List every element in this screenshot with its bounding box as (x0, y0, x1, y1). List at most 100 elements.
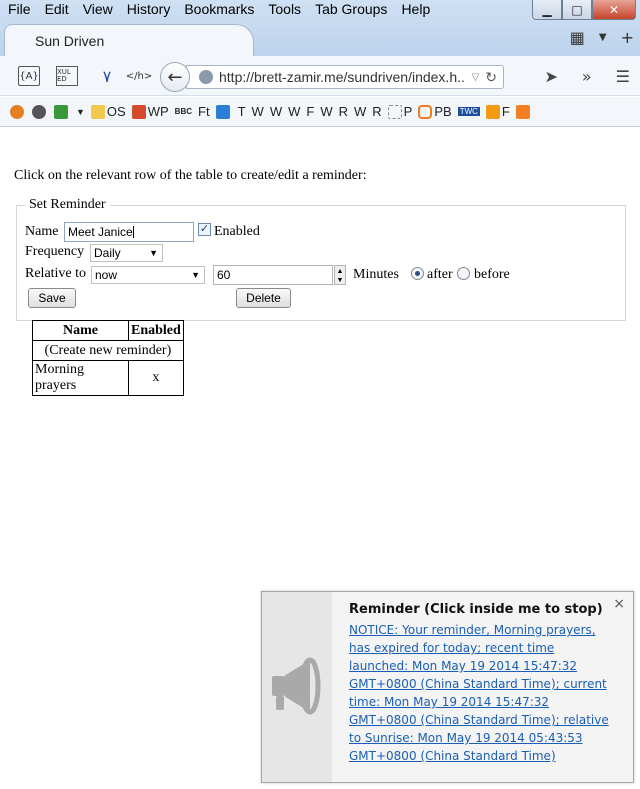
save-button[interactable]: Save (28, 288, 76, 308)
minutes-input[interactable]: 60 (213, 265, 333, 285)
window-controls: ▁ □ ✕ (532, 0, 636, 20)
addon-a-icon[interactable]: {A} (18, 66, 40, 86)
html-tag-icon[interactable]: </h> (126, 66, 152, 86)
bookmark-stack-icon[interactable] (515, 104, 532, 119)
before-radio[interactable] (457, 267, 470, 280)
speech-bubble-icon (418, 104, 433, 119)
bookmark-t[interactable]: T (238, 104, 246, 119)
bookmark-sync-icon[interactable] (10, 104, 26, 119)
frequency-select[interactable]: Daily ▼ (90, 244, 163, 262)
bookmark-label: PB (434, 104, 452, 119)
table-row[interactable]: Morning prayers x (32, 360, 184, 396)
chevron-down-icon[interactable]: ▼ (599, 32, 607, 43)
overflow-chevron-icon[interactable]: » (582, 67, 592, 86)
new-tab-icon[interactable]: + (621, 28, 634, 47)
close-window-button[interactable]: ✕ (592, 0, 636, 20)
send-icon[interactable]: ➤ (544, 67, 557, 86)
name-input[interactable]: Meet Janice (64, 222, 194, 242)
minimize-button[interactable]: ▁ (532, 0, 562, 20)
xul-editor-icon[interactable]: XUL ED (56, 66, 78, 86)
menu-bar: File Edit View History Bookmarks Tools T… (0, 0, 444, 18)
bookmark-ft[interactable]: Ft (198, 104, 210, 119)
close-icon: ✕ (608, 2, 620, 17)
instruction-text: Click on the relevant row of the table t… (14, 168, 367, 183)
menu-history[interactable]: History (127, 1, 171, 17)
bookmark-w1[interactable]: W (252, 104, 264, 119)
bookmark-label: R (372, 104, 382, 119)
tab-sun-driven[interactable]: Sun Driven (4, 24, 254, 56)
reminder-notification[interactable]: Reminder (Click inside me to stop) NOTIC… (261, 591, 634, 783)
hamburger-menu-icon[interactable]: ☰ (616, 67, 630, 86)
bookmark-label: Ft (198, 104, 210, 119)
bookmark-label: W (288, 104, 301, 119)
bookmark-p[interactable]: P (387, 104, 412, 119)
megaphone-icon (272, 657, 321, 715)
reload-icon[interactable]: ↻ (485, 69, 497, 86)
addon-spiral-icon[interactable]: ٧ (96, 66, 118, 86)
fieldset-legend: Set Reminder (25, 197, 110, 213)
delete-button[interactable]: Delete (236, 288, 291, 308)
folder-icon (90, 104, 105, 119)
dropdown-arrow-icon[interactable]: ▽ (472, 72, 480, 83)
tab-groups-icon[interactable]: ▦ (570, 28, 585, 47)
bookmark-bbc[interactable]: BBC (175, 107, 192, 116)
menu-tools[interactable]: Tools (268, 1, 301, 17)
minutes-spinner[interactable]: ▲ ▼ (334, 265, 346, 285)
back-button[interactable]: ← (160, 62, 190, 92)
notification-title: Reminder (Click inside me to stop) (349, 602, 603, 617)
spin-up-icon[interactable]: ▲ (337, 267, 344, 275)
after-label: after (427, 267, 453, 282)
bookmark-leaf-icon[interactable] (54, 104, 70, 119)
menu-edit[interactable]: Edit (45, 1, 69, 17)
bookmark-twc[interactable]: TWC (457, 107, 480, 116)
rss-icon (485, 104, 500, 119)
navigation-toolbar: {A} XUL ED ٧ </h> http://brett-zamir.me/… (0, 56, 640, 96)
bookmark-m[interactable] (215, 104, 232, 119)
enabled-checkbox[interactable]: ✓ (198, 223, 211, 236)
bookmark-refresh-icon[interactable] (32, 104, 48, 119)
bookmark-os[interactable]: OS (90, 104, 126, 119)
bookmark-w3[interactable]: W (288, 104, 300, 119)
bookmark-w4[interactable]: W (320, 104, 332, 119)
reminder-name-cell: Morning prayers (32, 360, 129, 396)
reminders-table: Name Enabled (Create new reminder) Morni… (32, 320, 184, 396)
after-radio[interactable] (411, 267, 424, 280)
menu-tab-groups[interactable]: Tab Groups (315, 1, 387, 17)
notification-message[interactable]: NOTICE: Your reminder, Morning prayers, … (349, 621, 614, 765)
maximize-button[interactable]: □ (562, 0, 592, 20)
bookmark-w5[interactable]: W (354, 104, 366, 119)
bookmarks-toolbar: ▼ OS WP BBC Ft T W W W F W R W R P PB TW… (0, 97, 640, 127)
create-reminder-cell: (Create new reminder) (44, 342, 172, 358)
menu-bookmarks[interactable]: Bookmarks (184, 1, 254, 17)
relative-to-label: Relative to (25, 266, 87, 281)
bookmark-label: W (320, 104, 333, 119)
spin-down-icon[interactable]: ▼ (337, 276, 344, 284)
relative-to-select[interactable]: now ▼ (91, 266, 205, 284)
menu-help[interactable]: Help (401, 1, 430, 17)
bookmark-f[interactable]: F (306, 104, 314, 119)
bookmark-r2[interactable]: R (372, 104, 381, 119)
close-icon[interactable]: × (613, 596, 625, 612)
toolbar-right: ➤ » ☰ (544, 67, 630, 86)
chevron-down-icon: ▼ (149, 248, 158, 258)
name-label: Name (25, 224, 59, 239)
chevron-down-icon: ▼ (191, 270, 200, 280)
notification-icon-pane (262, 592, 332, 782)
menu-view[interactable]: View (83, 1, 113, 17)
menu-file[interactable]: File (8, 1, 31, 17)
bookmark-pb[interactable]: PB (418, 104, 452, 119)
table-header-enabled: Enabled (128, 320, 184, 341)
bookmark-label: OS (106, 104, 126, 119)
bookmark-r1[interactable]: R (339, 104, 348, 119)
chevron-down-icon[interactable]: ▼ (76, 107, 85, 117)
frequency-label: Frequency (25, 244, 85, 259)
bookmark-feed[interactable]: F (485, 104, 510, 119)
frequency-value: Daily (94, 246, 121, 260)
reminder-enabled-cell: x (128, 360, 184, 396)
url-bar[interactable]: http://brett-zamir.me/sundriven/index.h.… (186, 65, 504, 89)
bookmark-wp[interactable]: WP (131, 104, 169, 119)
create-reminder-row[interactable]: (Create new reminder) (33, 341, 184, 361)
bookmark-label: F (306, 104, 315, 119)
back-arrow-icon: ← (167, 66, 183, 88)
bookmark-w2[interactable]: W (270, 104, 282, 119)
